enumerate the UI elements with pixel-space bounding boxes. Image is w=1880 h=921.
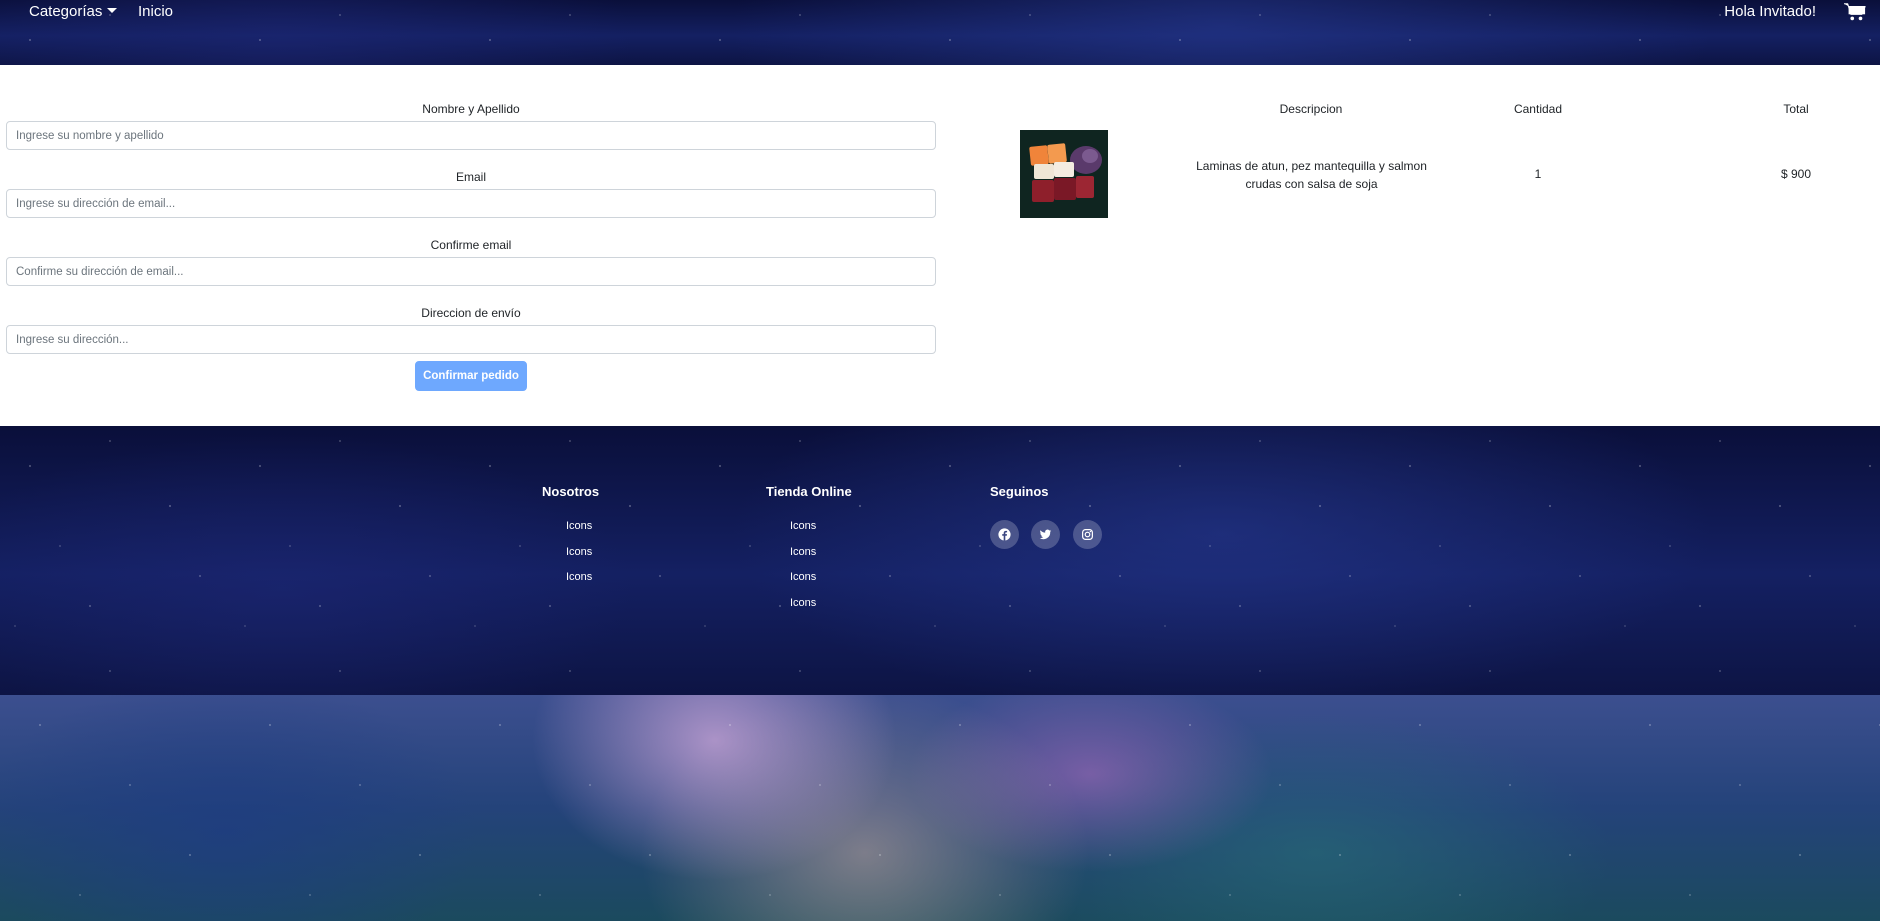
top-navbar: Categorías Inicio Hola Invitado! (0, 0, 1880, 65)
footer: Nosotros Icons Icons Icons Tienda Online… (0, 426, 1880, 695)
footer-title-social: Seguinos (990, 484, 1049, 499)
item-quantity: 1 (1534, 167, 1542, 181)
checkout-form: Nombre y Apellido Email Confirme email D… (6, 65, 936, 391)
quantity-header: Cantidad (1513, 102, 1563, 116)
galaxy-background (0, 695, 1880, 921)
user-greeting[interactable]: Hola Invitado! (1724, 3, 1816, 20)
caret-down-icon (107, 8, 118, 13)
social-icons (990, 520, 1110, 549)
footer-link[interactable]: Icons (566, 570, 599, 596)
footer-column-social: Seguinos (990, 483, 1110, 549)
confirm-order-button[interactable]: Confirmar pedido (415, 361, 527, 391)
confirm-email-label: Confirme email (430, 238, 512, 252)
confirm-email-input[interactable] (6, 257, 936, 286)
footer-link[interactable]: Icons (566, 519, 599, 545)
footer-column-nosotros: Nosotros Icons Icons Icons (542, 483, 599, 596)
footer-column-tienda: Tienda Online Icons Icons Icons Icons (766, 483, 852, 621)
item-total: $ 900 (1780, 167, 1812, 181)
categories-dropdown[interactable]: Categorías (29, 3, 118, 20)
address-input[interactable] (6, 325, 936, 354)
footer-link[interactable]: Icons (566, 545, 599, 571)
footer-link[interactable]: Icons (790, 596, 852, 622)
address-label: Direccion de envío (421, 306, 521, 320)
home-link[interactable]: Inicio (138, 3, 173, 20)
footer-link[interactable]: Icons (790, 570, 852, 596)
categories-label: Categorías (29, 3, 103, 20)
shopping-cart-icon[interactable] (1844, 2, 1866, 22)
email-label: Email (455, 170, 486, 184)
footer-link[interactable]: Icons (790, 519, 852, 545)
name-input[interactable] (6, 121, 936, 150)
footer-links-tienda: Icons Icons Icons Icons (766, 519, 852, 621)
name-label: Nombre y Apellido (422, 102, 520, 116)
description-header: Descripcion (1279, 102, 1343, 116)
checkout-section: Nombre y Apellido Email Confirme email D… (0, 65, 1880, 426)
email-input[interactable] (6, 189, 936, 218)
facebook-icon[interactable] (990, 520, 1019, 549)
item-description: Laminas de atun, pez mantequilla y salmo… (1170, 157, 1453, 193)
footer-links-nosotros: Icons Icons Icons (542, 519, 599, 596)
item-description-line2: crudas con salsa de soja (1245, 177, 1378, 191)
twitter-icon[interactable] (1031, 520, 1061, 549)
footer-title-nosotros: Nosotros (542, 484, 600, 499)
item-description-line1: Laminas de atun, pez mantequilla y salmo… (1196, 159, 1427, 173)
footer-link[interactable]: Icons (790, 545, 852, 571)
footer-title-tienda: Tienda Online (766, 484, 852, 499)
instagram-icon[interactable] (1072, 520, 1102, 549)
product-image (1020, 130, 1108, 218)
total-header: Total (1783, 102, 1809, 116)
